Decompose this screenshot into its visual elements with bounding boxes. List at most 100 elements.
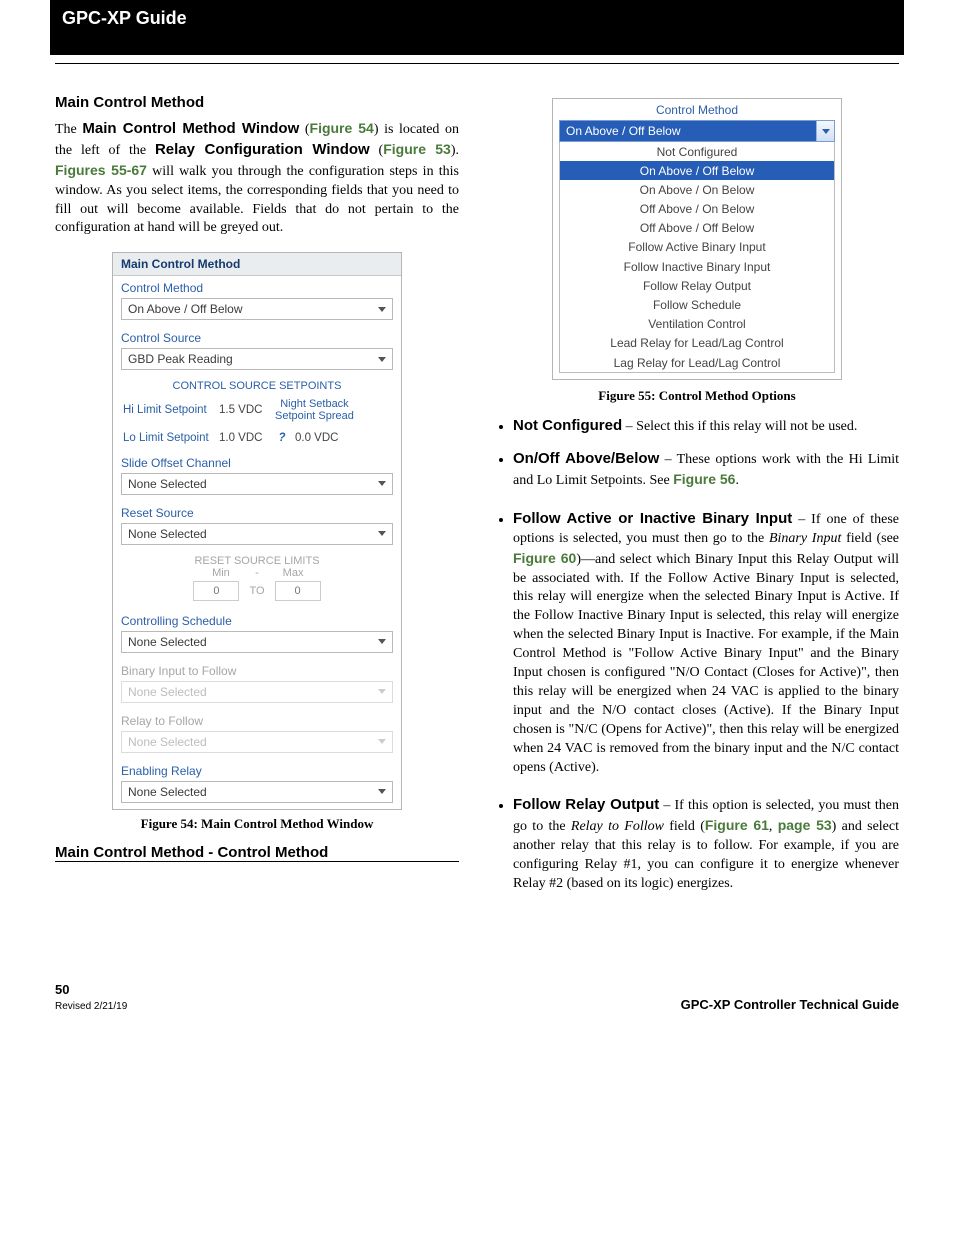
section-heading-main-control-method: Main Control Method xyxy=(55,94,459,111)
label-binary-input-to-follow: Binary Input to Follow xyxy=(113,659,401,681)
chevron-down-icon xyxy=(378,789,386,794)
right-column: Control Method On Above / Off Below Not … xyxy=(495,94,899,912)
control-method-bullet-list: Not Configured – Select this if this rel… xyxy=(495,416,899,894)
reset-limits-row: 0 TO 0 xyxy=(113,579,401,609)
link-figures-55-67[interactable]: Figures 55-67 xyxy=(55,162,147,178)
label-hi-limit: Hi Limit Setpoint xyxy=(123,404,213,416)
bullet-follow-relay-output: Follow Relay Output – If this option is … xyxy=(513,795,899,893)
link-figure-56[interactable]: Figure 56 xyxy=(673,471,735,487)
dropdown-option[interactable]: Follow Schedule xyxy=(560,296,834,315)
label-relay-to-follow: Relay to Follow xyxy=(113,709,401,731)
link-page-53[interactable]: page 53 xyxy=(778,817,832,833)
select-value: GBD Peak Reading xyxy=(128,352,233,366)
term: Not Configured xyxy=(513,417,622,434)
label-reset-source: Reset Source xyxy=(113,501,401,523)
sub-heading-control-method: Main Control Method - Control Method xyxy=(55,844,459,861)
dropdown-option[interactable]: Off Above / Off Below xyxy=(560,219,834,238)
em-binary-input: Binary Input xyxy=(769,531,841,546)
select-value: None Selected xyxy=(128,477,207,491)
dropdown-option[interactable]: On Above / Off Below xyxy=(560,161,834,180)
label-control-source: Control Source xyxy=(113,326,401,348)
text: )—and select which Binary Input this Rel… xyxy=(513,552,899,775)
text: , xyxy=(769,819,778,834)
select-reset-source[interactable]: None Selected xyxy=(121,523,393,545)
term-relay-configuration-window: Relay Configuration Window xyxy=(155,141,370,158)
panel-title: Main Control Method xyxy=(113,253,401,276)
em-relay-to-follow: Relay to Follow xyxy=(571,819,664,834)
dropdown-option[interactable]: Not Configured xyxy=(560,142,834,161)
dropdown-list[interactable]: Not ConfiguredOn Above / Off BelowOn Abo… xyxy=(559,142,835,373)
bullet-not-configured: Not Configured – Select this if this rel… xyxy=(513,416,899,437)
dropdown-option[interactable]: Follow Relay Output xyxy=(560,276,834,295)
select-value: None Selected xyxy=(128,527,207,541)
main-control-method-panel: Main Control Method Control Method On Ab… xyxy=(112,252,402,809)
link-figure-53[interactable]: Figure 53 xyxy=(383,141,451,157)
dropdown-option[interactable]: Follow Inactive Binary Input xyxy=(560,257,834,276)
label-controlling-schedule: Controlling Schedule xyxy=(113,609,401,631)
group-control-source-setpoints: CONTROL SOURCE SETPOINTS xyxy=(113,376,401,396)
running-title: GPC-XP Controller Technical Guide xyxy=(681,997,899,1012)
chevron-down-icon[interactable] xyxy=(816,121,834,141)
chevron-down-icon xyxy=(378,639,386,644)
select-value: None Selected xyxy=(128,785,207,799)
select-controlling-schedule[interactable]: None Selected xyxy=(121,631,393,653)
select-value: None Selected xyxy=(128,735,207,749)
row-lo-limit-setpoint: Lo Limit Setpoint 1.0 VDC ? 0.0 VDC xyxy=(113,429,401,451)
control-method-dropdown-expanded: Control Method On Above / Off Below Not … xyxy=(552,98,842,380)
select-value: On Above / Off Below xyxy=(566,124,681,138)
chevron-down-icon xyxy=(378,307,386,312)
intro-text: The xyxy=(55,122,82,137)
bullet-follow-binary-input: Follow Active or Inactive Binary Input –… xyxy=(513,509,899,777)
label-slide-offset-channel: Slide Offset Channel xyxy=(113,451,401,473)
page-number: 50 xyxy=(55,982,69,997)
value-hi-limit[interactable]: 1.5 VDC xyxy=(219,404,269,416)
select-control-method-expanded[interactable]: On Above / Off Below xyxy=(559,120,835,142)
select-relay-to-follow: None Selected xyxy=(121,731,393,753)
link-figure-60[interactable]: Figure 60 xyxy=(513,550,576,566)
select-slide-offset-channel[interactable]: None Selected xyxy=(121,473,393,495)
link-figure-54[interactable]: Figure 54 xyxy=(310,120,374,136)
section-rule xyxy=(55,861,459,862)
select-value: None Selected xyxy=(128,685,207,699)
page-header: GPC-XP Guide xyxy=(50,0,904,55)
help-icon[interactable]: ? xyxy=(275,431,289,445)
dropdown-option[interactable]: On Above / On Below xyxy=(560,180,834,199)
intro-paragraph: The Main Control Method Window (Figure 5… xyxy=(55,119,459,238)
row-hi-limit-setpoint: Hi Limit Setpoint 1.5 VDC Night SetbackS… xyxy=(113,396,401,428)
link-figure-61[interactable]: Figure 61 xyxy=(705,817,769,833)
text: . xyxy=(735,473,739,488)
dropdown-option[interactable]: Lag Relay for Lead/Lag Control xyxy=(560,353,834,372)
dropdown-option[interactable]: Lead Relay for Lead/Lag Control xyxy=(560,334,834,353)
term: Follow Relay Output xyxy=(513,796,659,813)
term: Follow Active or Inactive Binary Input xyxy=(513,510,792,527)
input-reset-min: 0 xyxy=(193,581,239,601)
select-control-method[interactable]: On Above / Off Below xyxy=(121,298,393,320)
value-night-setback[interactable]: 0.0 VDC xyxy=(295,432,345,444)
label-lo-limit: Lo Limit Setpoint xyxy=(123,432,213,444)
select-enabling-relay[interactable]: None Selected xyxy=(121,781,393,803)
header-rule xyxy=(55,63,899,64)
chevron-down-icon xyxy=(378,739,386,744)
term-main-control-method-window: Main Control Method Window xyxy=(82,120,299,137)
text: field (see xyxy=(841,531,899,546)
intro-text: ). xyxy=(451,143,459,158)
label-night-setback: Night SetbackSetpoint Spread xyxy=(275,398,354,422)
page-footer: 50 Revised 2/21/19 GPC-XP Controller Tec… xyxy=(55,982,899,1012)
text: – Select this if this relay will not be … xyxy=(622,419,857,434)
dropdown-option[interactable]: Ventilation Control xyxy=(560,315,834,334)
chevron-down-icon xyxy=(378,357,386,362)
term: On/Off Above/Below xyxy=(513,450,659,467)
caption-figure-55: Figure 55: Control Method Options xyxy=(495,388,899,404)
label-enabling-relay: Enabling Relay xyxy=(113,759,401,781)
select-binary-input-to-follow: None Selected xyxy=(121,681,393,703)
input-reset-max: 0 xyxy=(275,581,321,601)
value-lo-limit[interactable]: 1.0 VDC xyxy=(219,432,269,444)
group-reset-source-limits: RESET SOURCE LIMITS Min - Max xyxy=(113,551,401,579)
revision-date: Revised 2/21/19 xyxy=(55,1001,127,1012)
dropdown-option[interactable]: Follow Active Binary Input xyxy=(560,238,834,257)
chevron-down-icon xyxy=(378,481,386,486)
label-control-method: Control Method xyxy=(113,276,401,298)
dropdown-option[interactable]: Off Above / On Below xyxy=(560,200,834,219)
select-control-source[interactable]: GBD Peak Reading xyxy=(121,348,393,370)
bullet-on-off-above-below: On/Off Above/Below – These options work … xyxy=(513,449,899,491)
